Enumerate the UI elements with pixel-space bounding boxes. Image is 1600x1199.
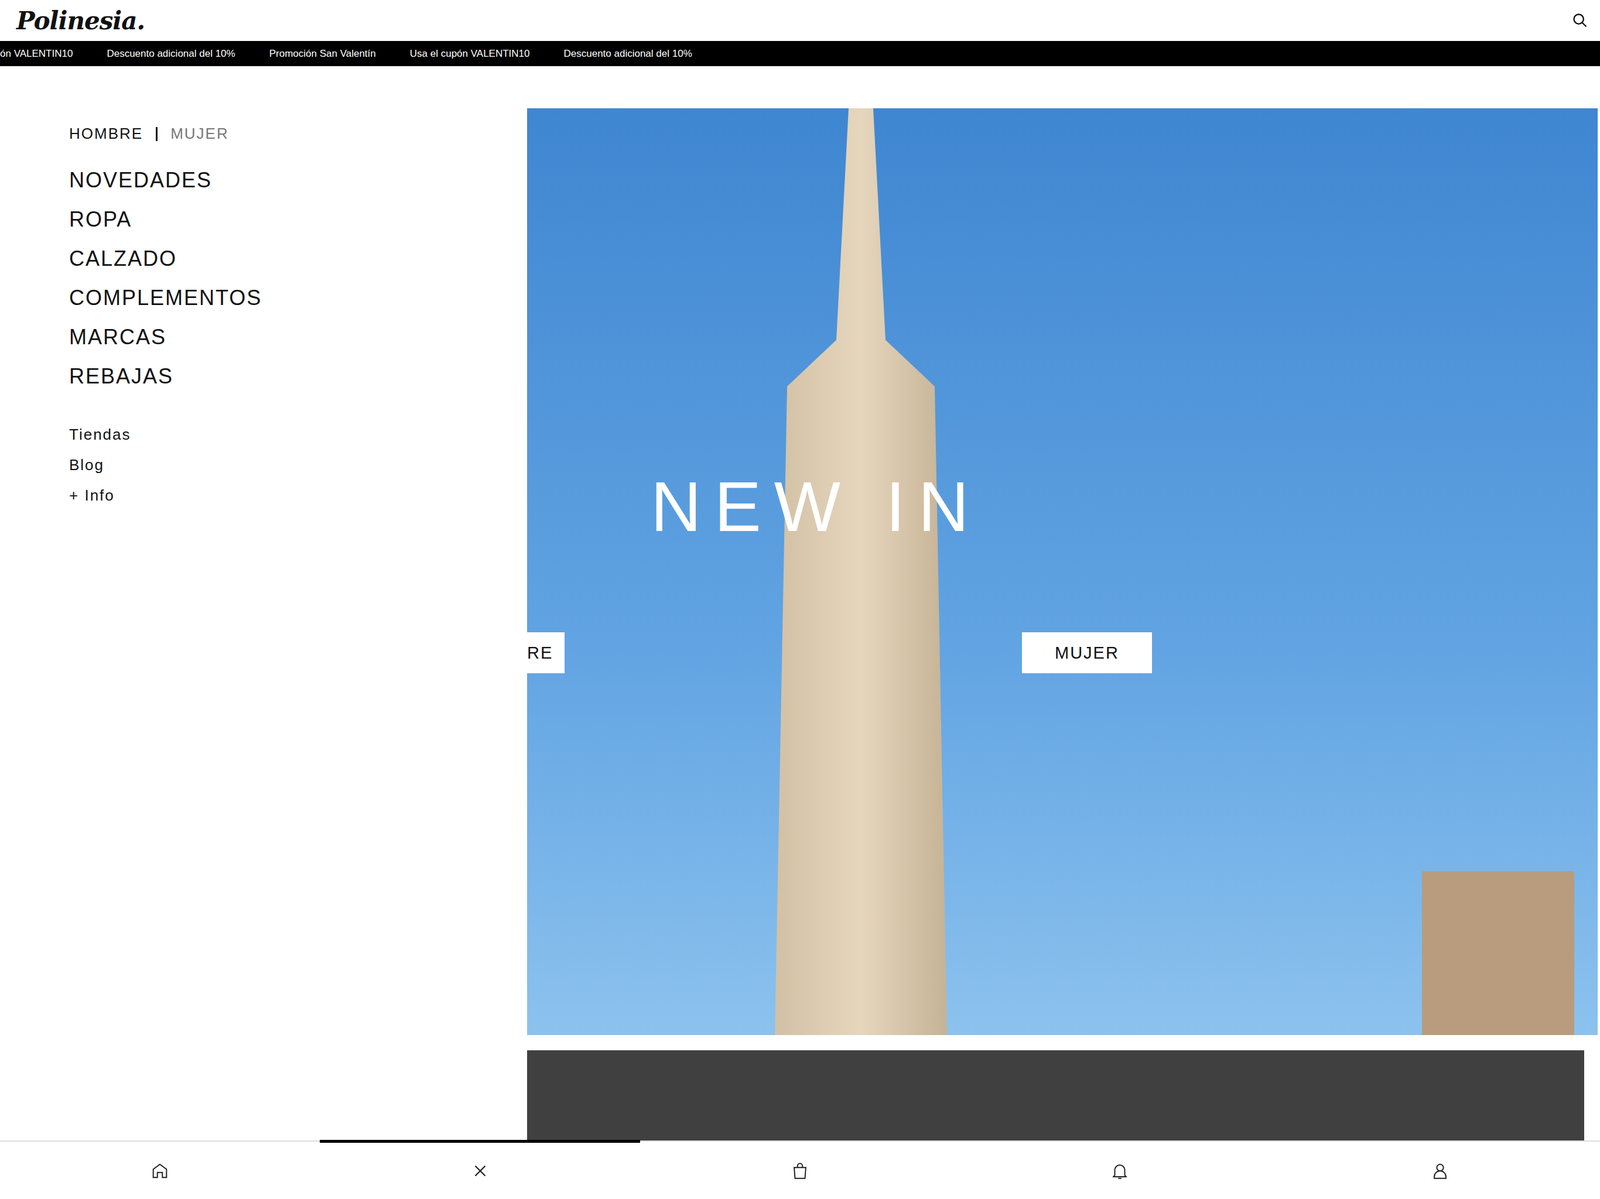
menu-item[interactable]: MARCAS	[69, 317, 528, 357]
user-icon	[1430, 1161, 1451, 1182]
menu-link[interactable]: + Info	[69, 480, 528, 511]
link-list: TiendasBlog+ Info	[69, 419, 528, 511]
content: NEW IN RE MUJER	[527, 66, 1600, 1141]
gender-tabs: HOMBRE MUJER	[69, 124, 528, 143]
menu-list: NOVEDADESROPACALZADOCOMPLEMENTOSMARCASRE…	[69, 160, 528, 396]
separator	[155, 127, 158, 142]
building	[1421, 871, 1575, 1036]
home-icon	[149, 1161, 170, 1182]
nav-tab[interactable]	[640, 1140, 960, 1199]
promo-strip: ón VALENTIN10 Descuento adicional del 10%…	[0, 40, 1600, 67]
promo-text: Promoción San Valentín	[269, 48, 376, 60]
next-banner[interactable]	[527, 1050, 1585, 1141]
menu-link[interactable]: Blog	[69, 449, 528, 481]
promo-text: Descuento adicional del 10%	[106, 48, 235, 60]
search-icon[interactable]	[1571, 12, 1589, 29]
page: Polinesia. ón VALENTIN10 Descuento adicio…	[0, 0, 1600, 1199]
hero-button[interactable]: MUJER	[1021, 632, 1152, 674]
side-menu: HOMBRE MUJER NOVEDADESROPACALZADOCOMPLEM…	[0, 66, 528, 1141]
bag-icon	[790, 1161, 810, 1182]
promo-text: ón VALENTIN10	[0, 48, 73, 60]
menu-item[interactable]: REBAJAS	[69, 356, 528, 396]
promo-text: Descuento adicional del 10%	[563, 48, 693, 60]
hero-button[interactable]: RE	[527, 632, 565, 674]
gender-tab[interactable]: HOMBRE	[69, 124, 143, 143]
menu-item[interactable]: CALZADO	[69, 238, 528, 279]
building	[737, 108, 984, 1036]
close-icon	[470, 1161, 491, 1182]
menu-item[interactable]: COMPLEMENTOS	[69, 278, 528, 318]
nav-tab[interactable]	[319, 1140, 640, 1199]
gender-tab[interactable]: MUJER	[170, 124, 229, 143]
menu-item[interactable]: NOVEDADES	[69, 160, 528, 200]
menu-item[interactable]: ROPA	[69, 199, 528, 239]
hero-photo	[527, 108, 1598, 1036]
top-bar: Polinesia.	[0, 0, 1600, 41]
bell-icon	[1109, 1161, 1130, 1182]
nav-tab[interactable]	[959, 1140, 1280, 1199]
nav-tab[interactable]	[1280, 1140, 1600, 1199]
hero-title: NEW IN	[650, 471, 982, 542]
logo[interactable]: Polinesia.	[16, 6, 145, 36]
hero-banner[interactable]: NEW IN RE MUJER	[527, 108, 1598, 1036]
main: HOMBRE MUJER NOVEDADESROPACALZADOCOMPLEM…	[0, 66, 1600, 1141]
promo-text: Usa el cupón VALENTIN10	[409, 48, 531, 60]
bottom-nav	[0, 1140, 1600, 1199]
nav-tab[interactable]	[0, 1140, 320, 1199]
menu-link[interactable]: Tiendas	[69, 419, 528, 450]
